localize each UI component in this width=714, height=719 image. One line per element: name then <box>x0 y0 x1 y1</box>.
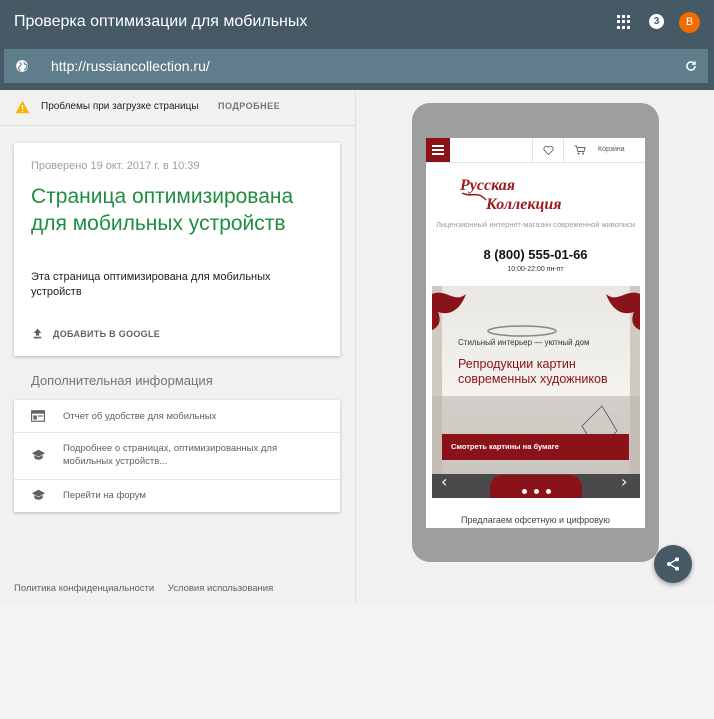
result-description: Эта страница оптимизирована для мобильны… <box>31 271 271 298</box>
apps-grid-icon[interactable] <box>617 15 631 29</box>
list-item-label: Перейти на форум <box>63 490 146 501</box>
mobile-preview-screen[interactable]: Корзина Русская Коллекция Лицензионный и… <box>426 138 645 528</box>
report-icon <box>31 410 45 422</box>
globe-icon <box>16 60 28 72</box>
heart-icon[interactable] <box>543 145 554 155</box>
results-panel: Проблемы при загрузке страницы ПОДРОБНЕЕ… <box>0 90 356 605</box>
list-item-label: Отчет об удобстве для мобильных <box>63 411 217 422</box>
terms-link[interactable]: Условия использования <box>168 583 273 594</box>
more-info-heading: Дополнительная информация <box>31 373 213 388</box>
more-info-card: Отчет об удобстве для мобильных Подробне… <box>14 400 340 512</box>
app-bar: Проверка оптимизации для мобильных 3 В h… <box>0 0 714 90</box>
school-icon <box>31 449 46 460</box>
slide-dot[interactable] <box>522 489 527 494</box>
hamburger-menu-icon[interactable] <box>426 138 450 162</box>
result-card: Проверено 19 окт. 2017 г. в 10:39 Страни… <box>14 143 340 356</box>
offer-text: Предлагаем офсетную и цифровую <box>461 515 610 525</box>
warning-icon <box>15 100 30 114</box>
site-logo: Русская Коллекция <box>459 177 562 212</box>
add-to-google-button[interactable]: ДОБАВИТЬ В GOOGLE <box>31 327 160 340</box>
site-hours: 10:00-22:00 пн-пт <box>507 266 564 273</box>
list-item[interactable]: Подробнее о страницах, оптимизированных … <box>14 433 340 480</box>
list-item[interactable]: Отчет об удобстве для мобильных <box>14 400 340 433</box>
school-icon <box>31 489 46 500</box>
banner-background <box>432 286 640 498</box>
page-bottom <box>0 605 714 719</box>
slide-prev-icon[interactable]: ‹ <box>441 472 447 491</box>
privacy-link[interactable]: Политика конфиденциальности <box>14 583 154 594</box>
view-paintings-button[interactable]: Смотреть картины на бумаге <box>442 434 629 460</box>
share-button[interactable] <box>654 545 692 583</box>
site-tagline: Лицензионный интернет-магазин современно… <box>435 220 636 229</box>
loading-issues-bar: Проблемы при загрузке страницы ПОДРОБНЕЕ <box>0 90 356 126</box>
list-item-label: Подробнее о страницах, оптимизированных … <box>63 443 278 467</box>
site-phone[interactable]: 8 (800) 555-01-66 <box>426 247 645 262</box>
app-title: Проверка оптимизации для мобильных <box>14 13 308 30</box>
slide-dot[interactable] <box>546 489 551 494</box>
banner-title: Репродукции картин современных художнико… <box>458 357 608 386</box>
url-input[interactable]: http://russiancollection.ru/ <box>51 58 210 74</box>
cart-label[interactable]: Корзина <box>598 146 625 153</box>
logo-line2: Коллекция <box>485 196 562 212</box>
list-item[interactable]: Перейти на форум <box>14 480 340 512</box>
banner-subtitle: Стильный интерьер — уютный дом <box>458 338 590 347</box>
notification-badge[interactable]: 3 <box>649 14 664 29</box>
checked-date: Проверено 19 окт. 2017 г. в 10:39 <box>31 160 200 172</box>
add-to-google-label: ДОБАВИТЬ В GOOGLE <box>53 328 161 339</box>
banner-dots-tab <box>490 475 582 498</box>
upload-icon <box>33 328 42 339</box>
slide-dot[interactable] <box>534 489 539 494</box>
slide-next-icon[interactable]: › <box>621 472 627 491</box>
result-title: Страница оптимизирована для мобильных ус… <box>31 185 294 235</box>
details-link[interactable]: ПОДРОБНЕЕ <box>218 101 280 111</box>
cart-icon[interactable] <box>574 145 586 155</box>
footer-links: Политика конфиденциальности Условия испо… <box>14 583 284 594</box>
warning-text: Проблемы при загрузке страницы <box>41 101 199 112</box>
logo-line1: Русская <box>459 177 515 194</box>
avatar[interactable]: В <box>679 12 700 33</box>
share-icon <box>667 557 679 571</box>
site-top-bar: Корзина <box>426 138 645 163</box>
refresh-icon[interactable] <box>684 59 698 73</box>
url-bar: http://russiancollection.ru/ <box>4 49 708 83</box>
promo-banner[interactable]: Стильный интерьер — уютный дом Репродукц… <box>432 286 640 498</box>
